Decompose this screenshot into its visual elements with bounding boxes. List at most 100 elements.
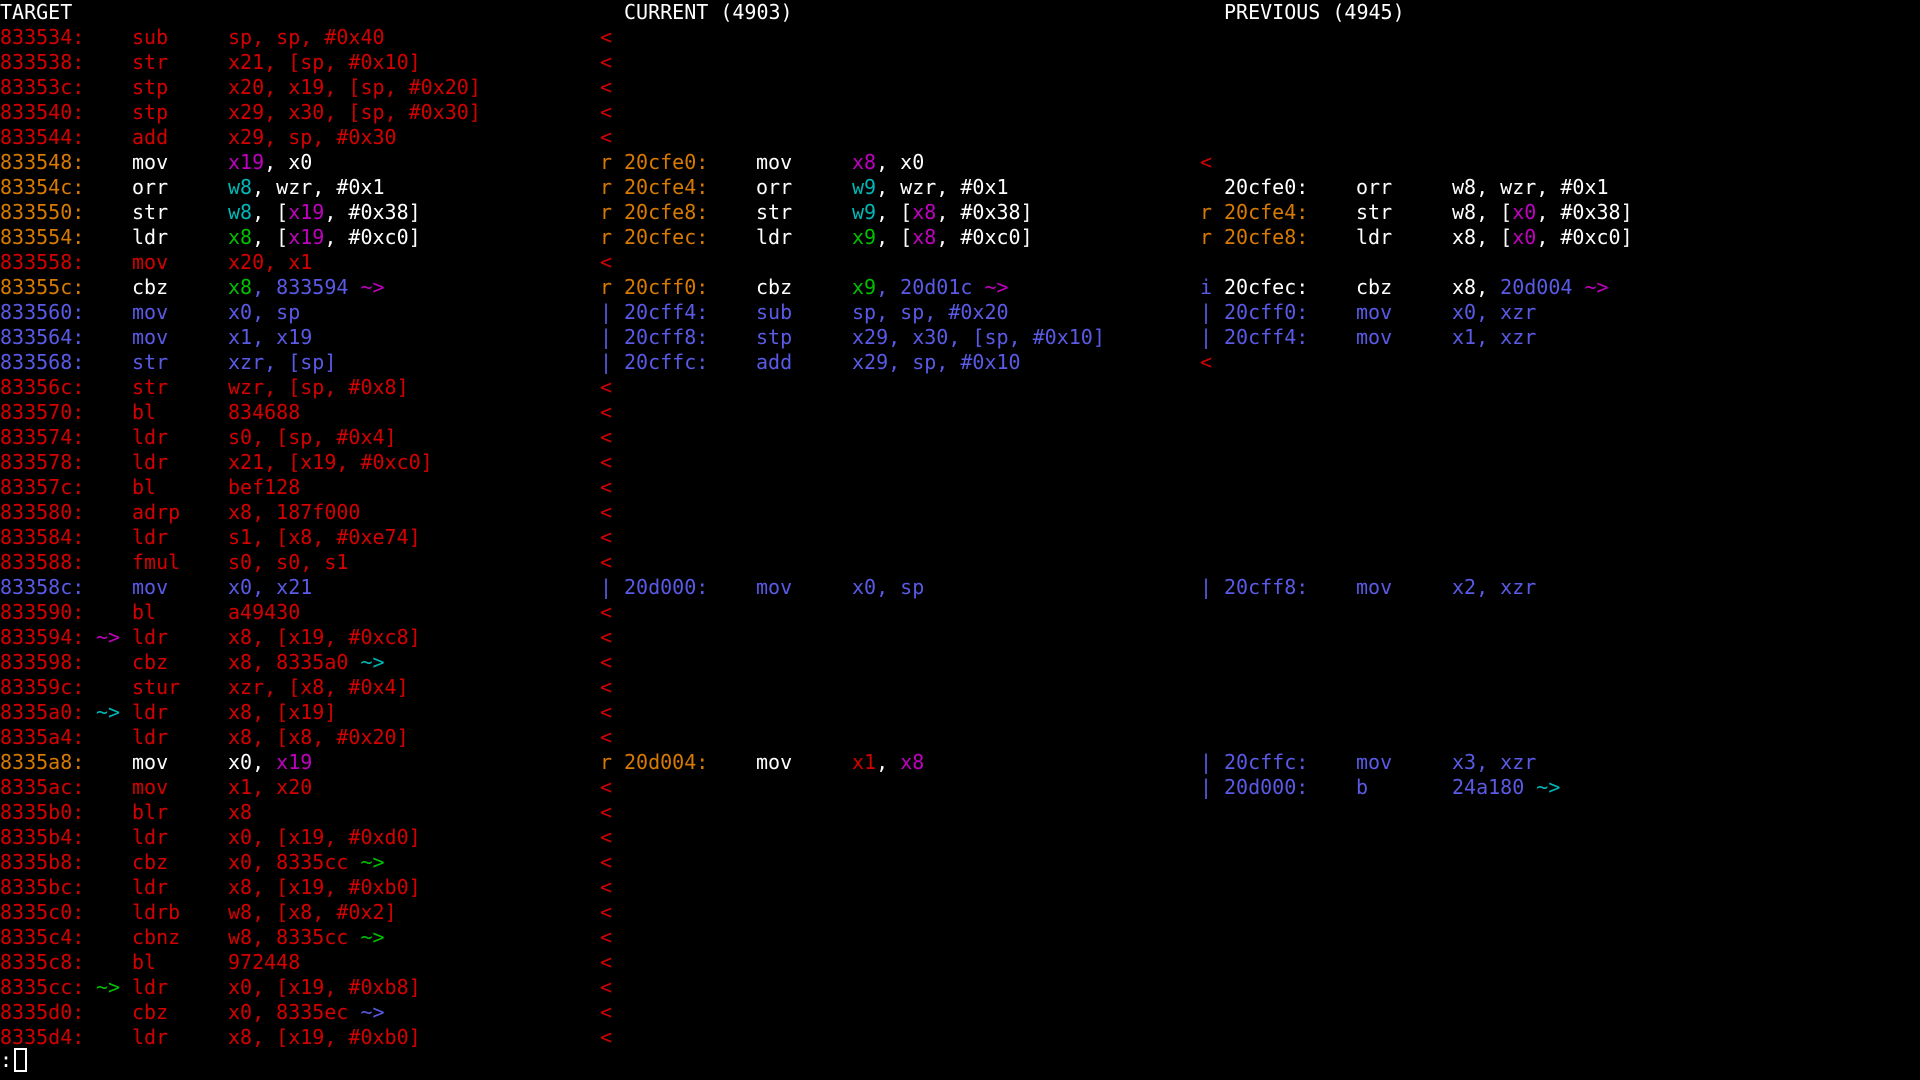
diff-marker: < — [600, 875, 613, 899]
previous-row — [1200, 950, 1920, 975]
instruction-mnemonic: mov — [132, 300, 169, 324]
operand-token: , #0x38] — [324, 200, 421, 224]
current-row: r 20cfe8: str w9, [x8, #0x38] — [600, 200, 1200, 225]
diff-marker: < — [600, 1000, 613, 1024]
operand-token: x8 — [228, 275, 253, 299]
instruction-mnemonic: str — [132, 50, 169, 74]
previous-row — [1200, 700, 1920, 725]
target-row: 83353c: stp x20, x19, [sp, #0x20] — [0, 75, 600, 100]
target-row: 83357c: bl bef128 — [0, 475, 600, 500]
diff-marker: < — [600, 950, 613, 974]
instruction-operands: x0, [x19, #0xd0] — [228, 825, 421, 850]
current-row: < — [600, 125, 1200, 150]
operand-token: x20, x1 — [228, 250, 313, 274]
operand-token: , x0 — [876, 150, 925, 174]
operand-token: x3, xzr — [1452, 750, 1537, 774]
instruction-operands: x3, xzr — [1452, 750, 1536, 775]
instruction-mnemonic: ldr — [132, 450, 169, 474]
previous-header: PREVIOUS (4945) — [1224, 0, 1405, 24]
branch-target-arrow: ~> — [96, 975, 121, 999]
instruction-mnemonic: bl — [132, 475, 157, 499]
diff-marker: | — [1200, 325, 1213, 349]
current-row: < — [600, 525, 1200, 550]
previous-row: | 20cff8: mov x2, xzr — [1200, 575, 1920, 600]
instruction-mnemonic: orr — [1356, 175, 1393, 199]
instruction-operands: w8, wzr, #0x1 — [1452, 175, 1609, 200]
diff-marker: < — [600, 850, 613, 874]
instruction-operands: w9, wzr, #0x1 — [852, 175, 1009, 200]
operand-token: x0, x21 — [228, 575, 313, 599]
operand-token: x8, [x19] — [228, 700, 337, 724]
current-row: < — [600, 925, 1200, 950]
diff-marker: < — [600, 475, 613, 499]
instruction-address: 20cfe4: — [624, 175, 709, 199]
diff-marker: < — [600, 600, 613, 624]
operand-token: x8, [x8, #0x20] — [228, 725, 409, 749]
previous-row — [1200, 625, 1920, 650]
instruction-operands: x0, [x19, #0xb8] — [228, 975, 421, 1000]
branch-target-arrow: ~> — [96, 700, 121, 724]
previous-row — [1200, 725, 1920, 750]
previous-row — [1200, 1000, 1920, 1025]
operand-token: w8, [x8, #0x2] — [228, 900, 397, 924]
current-row: r 20cfec: ldr x9, [x8, #0xc0] — [600, 225, 1200, 250]
operand-token: x21, [sp, #0x10] — [228, 50, 421, 74]
operand-token: ~> — [360, 925, 385, 949]
previous-row — [1200, 600, 1920, 625]
instruction-address: 833594: — [0, 625, 85, 649]
instruction-operands: sp, sp, #0x20 — [852, 300, 1009, 325]
operand-token: , [ — [876, 200, 913, 224]
diff-marker: < — [600, 725, 613, 749]
operand-token: x19 — [276, 750, 313, 774]
previous-row: r 20cfe8: ldr x8, [x0, #0xc0] — [1200, 225, 1920, 250]
diff-marker: | — [1200, 775, 1213, 799]
previous-listing: <20cfe0: orr w8, wzr, #0x1 r 20cfe4: str w8, [… — [1200, 25, 1920, 1050]
operand-token: , — [876, 750, 901, 774]
instruction-operands: s1, [x8, #0xe74] — [228, 525, 421, 550]
operand-token: ~> — [1584, 275, 1609, 299]
instruction-operands: w8, [x0, #0x38] — [1452, 200, 1633, 225]
instruction-mnemonic: stp — [132, 100, 169, 124]
instruction-address: 833570: — [0, 400, 85, 424]
target-row: 8335b4: ldr x0, [x19, #0xd0] — [0, 825, 600, 850]
diff-marker: < — [1200, 350, 1213, 374]
target-row: 8335c0: ldrb w8, [x8, #0x2] — [0, 900, 600, 925]
instruction-address: 833544: — [0, 125, 85, 149]
instruction-address: 20d004: — [624, 750, 709, 774]
operand-token: wzr, [sp, #0x8] — [228, 375, 409, 399]
operand-token: x0, xzr — [1452, 300, 1537, 324]
target-row: 833558: mov x20, x1 — [0, 250, 600, 275]
diff-marker: r — [600, 275, 613, 299]
operand-token: , [ — [252, 200, 289, 224]
instruction-address: 83356c: — [0, 375, 85, 399]
operand-token: x8 — [912, 200, 937, 224]
instruction-address: 8335b8: — [0, 850, 85, 874]
operand-token: ~> — [1536, 775, 1561, 799]
current-row: < — [600, 600, 1200, 625]
instruction-operands: x8 — [228, 800, 252, 825]
instruction-mnemonic: cbz — [756, 275, 793, 299]
instruction-operands: w8, wzr, #0x1 — [228, 175, 385, 200]
target-header: TARGET — [0, 0, 73, 24]
diff-marker: < — [600, 375, 613, 399]
operand-token: s1, [x8, #0xe74] — [228, 525, 421, 549]
operand-token: x29, x30, [sp, #0x10] — [852, 325, 1105, 349]
current-pane: CURRENT (4903) < < < < < r 20cfe0: mov x8, x0 r 20… — [600, 0, 1200, 1050]
instruction-mnemonic: ldr — [1356, 225, 1393, 249]
previous-row: | 20d000: b 24a180 ~> — [1200, 775, 1920, 800]
instruction-address: 8335bc: — [0, 875, 85, 899]
instruction-address: 8335a8: — [0, 750, 85, 774]
instruction-address: 833598: — [0, 650, 85, 674]
target-row: 8335c4: cbnz w8, 8335cc ~> — [0, 925, 600, 950]
target-row: 8335b0: blr x8 — [0, 800, 600, 825]
current-row: < — [600, 650, 1200, 675]
instruction-mnemonic: mov — [132, 775, 169, 799]
instruction-mnemonic: add — [756, 350, 793, 374]
current-header: CURRENT (4903) — [624, 0, 793, 24]
target-row: 83356c: str wzr, [sp, #0x8] — [0, 375, 600, 400]
command-prompt[interactable]: : — [0, 1048, 28, 1078]
instruction-mnemonic: bl — [132, 400, 157, 424]
current-row: < — [600, 500, 1200, 525]
instruction-mnemonic: mov — [132, 575, 169, 599]
diff-marker: < — [600, 700, 613, 724]
